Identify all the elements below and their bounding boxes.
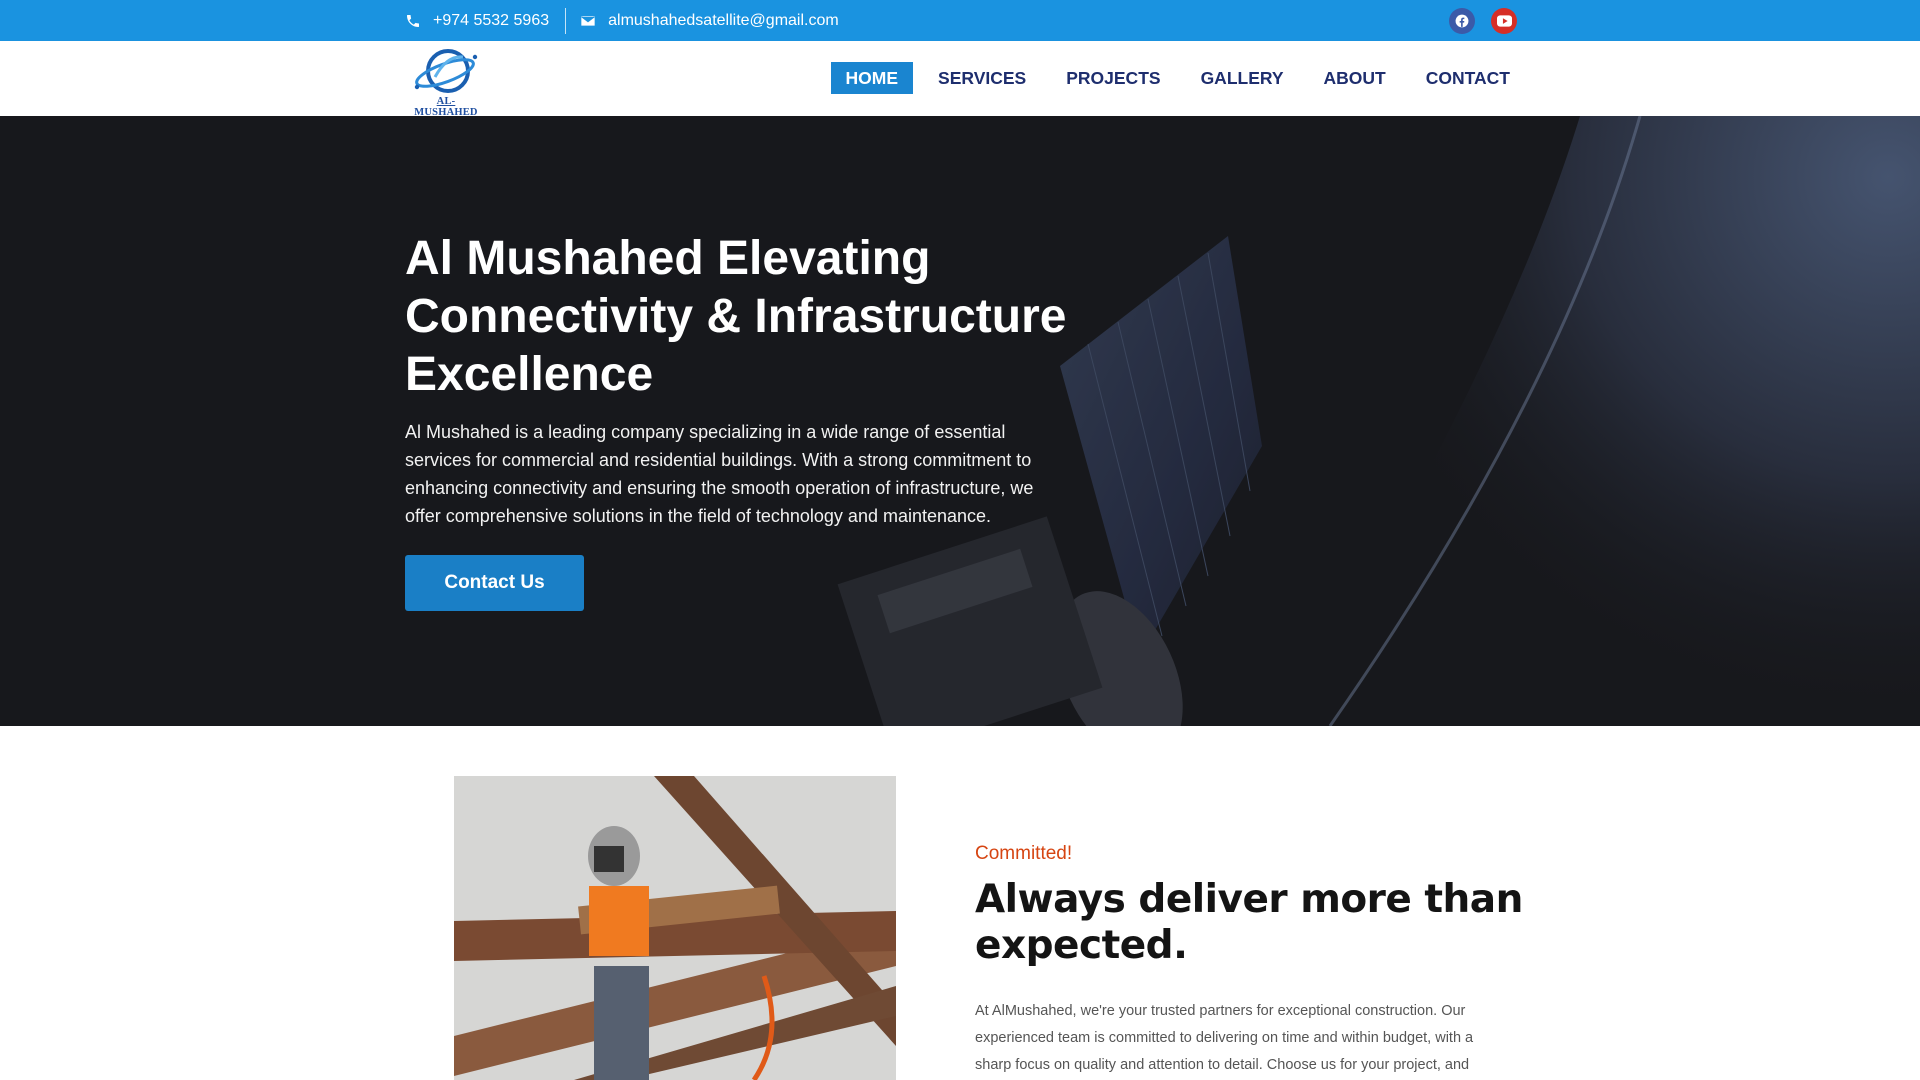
nav-about[interactable]: ABOUT [1304, 62, 1406, 94]
phone-icon [407, 14, 419, 27]
youtube-icon [1496, 15, 1512, 27]
email-address: almushahedsatellite@gmail.com [608, 11, 839, 29]
email-link[interactable]: almushahedsatellite@gmail.com [580, 12, 839, 30]
site-header: AL-MUSHAHED HOME SERVICES PROJECTS GALLE… [0, 41, 1920, 118]
top-contact-bar: +974 5532 5963 almushahedsatellite@gmail… [0, 0, 1920, 41]
phone-link[interactable]: +974 5532 5963 [405, 12, 549, 30]
site-logo[interactable]: AL-MUSHAHED [405, 45, 487, 118]
contact-us-button[interactable]: Contact Us [405, 555, 584, 611]
hero-description: Al Mushahed is a leading company special… [405, 422, 1034, 526]
nav-projects[interactable]: PROJECTS [1046, 62, 1180, 94]
facebook-link[interactable] [1449, 8, 1475, 34]
nav-home[interactable]: HOME [830, 62, 914, 94]
youtube-link[interactable] [1491, 8, 1517, 34]
nav-contact[interactable]: CONTACT [1406, 62, 1510, 94]
section-eyebrow: Committed! [975, 843, 1073, 864]
nav-gallery[interactable]: GALLERY [1181, 62, 1304, 94]
hero-title-line-2: Connectivity & Infrastructure [405, 290, 1067, 343]
construction-worker-image [454, 776, 896, 1080]
hero-title: Al Mushahed Elevating Connectivity & Inf… [405, 230, 1105, 404]
nav-services[interactable]: SERVICES [918, 62, 1046, 94]
facebook-icon [1455, 14, 1469, 28]
envelope-icon [581, 15, 595, 26]
globe-logo-icon [414, 49, 478, 93]
logo-text: AL-MUSHAHED [414, 96, 478, 118]
hero-section: Al Mushahed Elevating Connectivity & Inf… [0, 116, 1920, 726]
main-navigation: HOME SERVICES PROJECTS GALLERY ABOUT CON… [830, 62, 1510, 94]
section-title: Always deliver more than expected. [975, 877, 1523, 968]
hero-title-line-3: Excellence [405, 348, 654, 401]
topbar-divider [565, 7, 567, 34]
hero-title-line-1: Al Mushahed Elevating [405, 232, 931, 285]
phone-number: +974 5532 5963 [433, 11, 550, 29]
section-description: At AlMushahed, we're your trusted partne… [975, 1003, 1474, 1073]
social-links [1449, 8, 1517, 34]
contact-info: +974 5532 5963 almushahedsatellite@gmail… [405, 0, 839, 41]
worker-photo-illustration [454, 776, 896, 1080]
